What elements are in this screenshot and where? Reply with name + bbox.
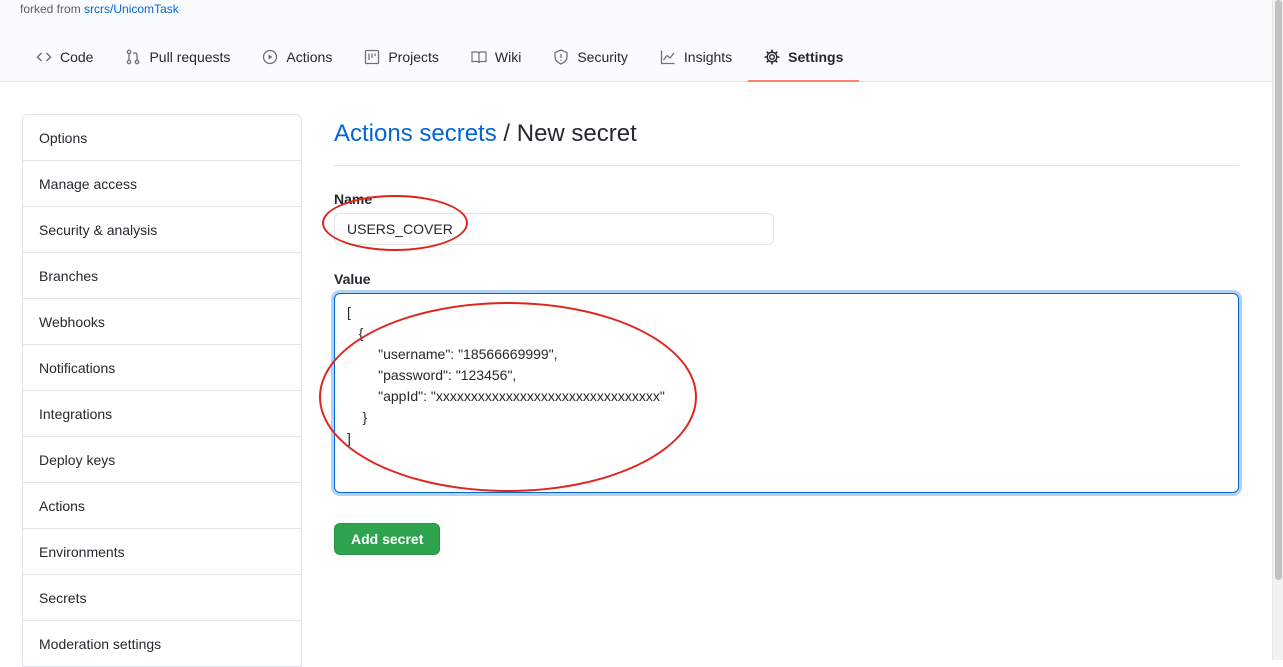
sidebar-item-deploy-keys[interactable]: Deploy keys (23, 437, 301, 483)
name-label: Name (334, 191, 373, 207)
tab-projects[interactable]: Projects (348, 34, 455, 80)
value-label: Value (334, 271, 371, 287)
tab-pull-requests-label: Pull requests (149, 49, 231, 65)
secret-value-textarea[interactable]: [ { "username": "18566669999", "password… (334, 293, 1239, 493)
page-scrollbar[interactable] (1272, 0, 1283, 660)
graph-icon (660, 49, 676, 65)
tab-code-label: Code (60, 49, 94, 65)
forked-from-text: forked from srcrs/UnicomTask (20, 2, 179, 16)
tab-settings-label: Settings (788, 49, 844, 65)
sidebar-item-notifications[interactable]: Notifications (23, 345, 301, 391)
tab-security-label: Security (577, 49, 628, 65)
secret-name-input[interactable] (334, 213, 774, 245)
breadcrumb-actions-secrets-link[interactable]: Actions secrets (334, 120, 497, 147)
new-secret-form: Actions secrets / New secret Name Value … (334, 114, 1239, 555)
tab-pull-requests[interactable]: Pull requests (109, 34, 246, 80)
sidebar-item-manage-access[interactable]: Manage access (23, 161, 301, 207)
tab-wiki[interactable]: Wiki (455, 34, 537, 80)
sidebar-item-options[interactable]: Options (23, 115, 301, 161)
forked-repo-link[interactable]: srcrs/UnicomTask (84, 2, 179, 16)
tab-insights-label: Insights (683, 49, 733, 65)
sidebar-item-webhooks[interactable]: Webhooks (23, 299, 301, 345)
add-secret-button[interactable]: Add secret (334, 523, 441, 555)
pull-request-icon (125, 49, 141, 65)
tab-settings[interactable]: Settings (748, 34, 860, 82)
tab-actions-label: Actions (286, 49, 333, 65)
sidebar-item-environments[interactable]: Environments (23, 529, 301, 575)
shield-icon (553, 49, 569, 65)
sidebar-item-branches[interactable]: Branches (23, 253, 301, 299)
tab-insights[interactable]: Insights (644, 34, 748, 80)
page-title-text: New secret (516, 120, 637, 147)
code-icon (36, 49, 52, 65)
gear-icon (764, 49, 780, 65)
settings-sidebar: Options Manage access Security & analysi… (22, 114, 302, 667)
tab-actions[interactable]: Actions (246, 34, 348, 80)
tab-wiki-label: Wiki (494, 49, 522, 65)
repo-header: forked from srcrs/UnicomTask Code Pull r… (0, 0, 1272, 82)
sidebar-item-moderation-settings[interactable]: Moderation settings (23, 621, 301, 667)
tab-code[interactable]: Code (20, 34, 109, 80)
sidebar-item-security-analysis[interactable]: Security & analysis (23, 207, 301, 253)
sidebar-item-secrets[interactable]: Secrets (23, 575, 301, 621)
play-icon (262, 49, 278, 65)
breadcrumb-separator: / (503, 120, 511, 147)
tab-security[interactable]: Security (537, 34, 644, 80)
page-title: Actions secrets / New secret (334, 114, 1239, 166)
tab-projects-label: Projects (388, 49, 439, 65)
forked-prefix: forked from (20, 2, 81, 16)
book-icon (471, 49, 487, 65)
project-icon (364, 49, 380, 65)
sidebar-item-integrations[interactable]: Integrations (23, 391, 301, 437)
scrollbar-thumb[interactable] (1275, 0, 1282, 580)
repo-nav-tabs: Code Pull requests Actions Projects Wiki… (20, 34, 860, 82)
sidebar-item-actions[interactable]: Actions (23, 483, 301, 529)
